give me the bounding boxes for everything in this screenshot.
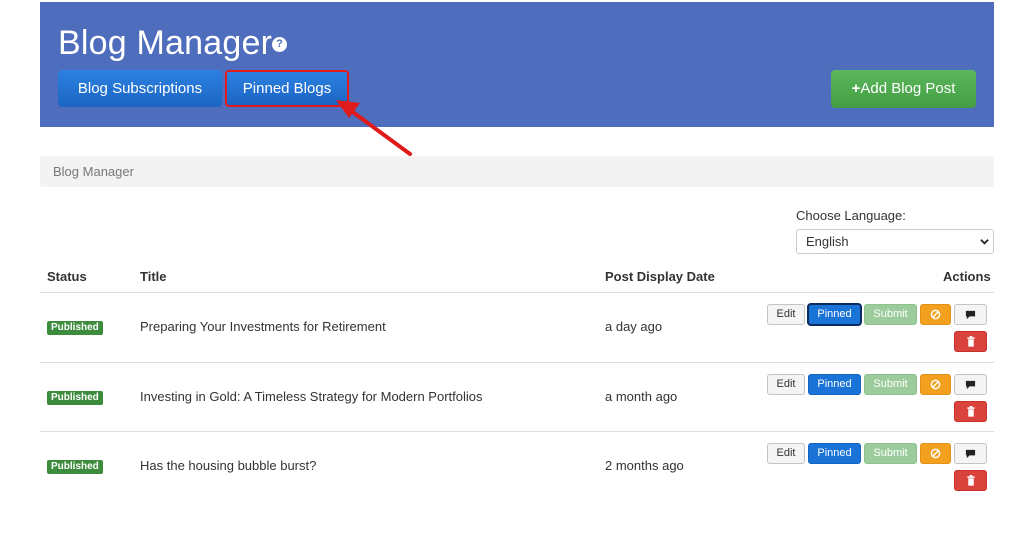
column-header-title: Title: [140, 269, 167, 284]
comment-icon: [965, 380, 976, 390]
post-date: a day ago: [605, 319, 663, 334]
post-title: Has the housing bubble burst?: [140, 458, 317, 473]
pinned-button[interactable]: Pinned: [808, 443, 861, 464]
edit-button[interactable]: Edit: [767, 374, 805, 395]
edit-button[interactable]: Edit: [767, 304, 805, 325]
pinned-button[interactable]: Pinned: [807, 303, 862, 326]
column-header-date: Post Display Date: [605, 269, 715, 284]
submit-button[interactable]: Submit: [864, 443, 917, 464]
trash-icon: [966, 336, 975, 347]
comment-button[interactable]: [954, 304, 987, 325]
blog-subscriptions-button[interactable]: Blog Subscriptions: [58, 70, 222, 107]
page-header: Blog Manager ? Blog Subscriptions Pinned…: [40, 2, 994, 127]
column-header-status: Status: [47, 269, 87, 284]
post-date: a month ago: [605, 389, 678, 404]
delete-button[interactable]: [954, 331, 987, 352]
language-select[interactable]: English: [796, 229, 994, 254]
column-header-actions: Actions: [943, 269, 991, 284]
question-circle-icon[interactable]: ?: [272, 37, 287, 52]
post-title: Investing in Gold: A Timeless Strategy f…: [140, 389, 483, 404]
submit-button[interactable]: Submit: [864, 304, 917, 325]
post-date: 2 months ago: [605, 458, 684, 473]
page-title: Blog Manager: [58, 24, 273, 62]
language-label: Choose Language:: [796, 208, 906, 223]
block-button[interactable]: [920, 304, 951, 325]
annotation-arrow: [336, 100, 412, 156]
status-badge: Published: [47, 321, 103, 335]
chevron-down-icon: [980, 239, 989, 245]
delete-button[interactable]: [954, 470, 987, 491]
pinned-button[interactable]: Pinned: [808, 374, 861, 395]
post-title: Preparing Your Investments for Retiremen…: [140, 319, 386, 334]
status-badge: Published: [47, 460, 103, 474]
trash-icon: [966, 475, 975, 486]
language-selected-value: English: [806, 234, 849, 249]
ban-icon: [930, 448, 941, 459]
trash-icon: [966, 406, 975, 417]
submit-button[interactable]: Submit: [864, 374, 917, 395]
ban-icon: [930, 379, 941, 390]
block-button[interactable]: [920, 374, 951, 395]
table-row: Published Preparing Your Investments for…: [40, 293, 994, 362]
add-blog-post-label: Add Blog Post: [860, 80, 956, 97]
ban-icon: [930, 309, 941, 320]
breadcrumb-current: Blog Manager: [53, 164, 134, 179]
comment-icon: [965, 449, 976, 459]
status-badge: Published: [47, 391, 103, 405]
comment-button[interactable]: [954, 443, 987, 464]
comment-button[interactable]: [954, 374, 987, 395]
delete-button[interactable]: [954, 401, 987, 422]
edit-button[interactable]: Edit: [767, 443, 805, 464]
breadcrumb: Blog Manager: [40, 156, 994, 187]
block-button[interactable]: [920, 443, 951, 464]
add-blog-post-button[interactable]: +Add Blog Post: [831, 70, 976, 108]
comment-icon: [965, 310, 976, 320]
table-row: Published Has the housing bubble burst? …: [40, 432, 994, 501]
table-row: Published Investing in Gold: A Timeless …: [40, 363, 994, 432]
